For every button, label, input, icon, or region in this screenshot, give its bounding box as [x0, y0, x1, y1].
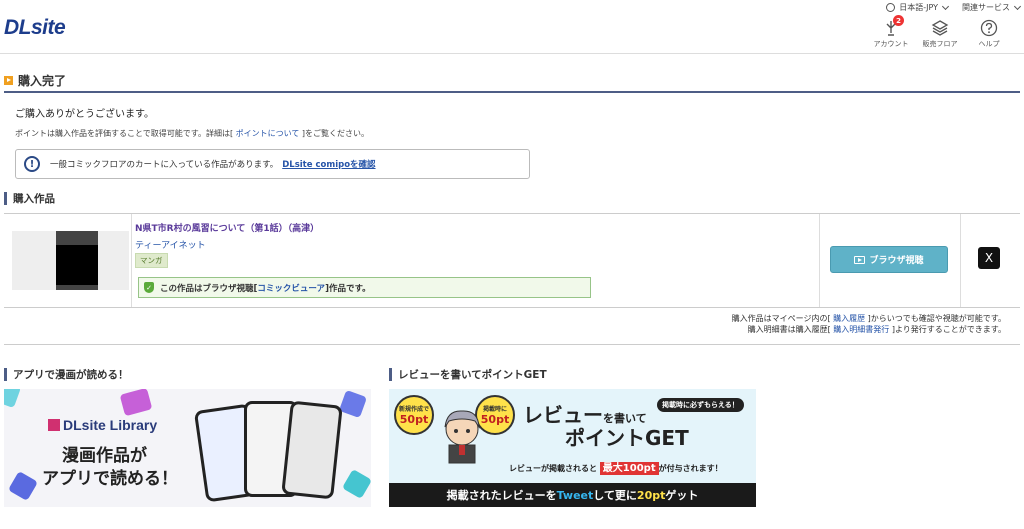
comic-viewer-link[interactable]: コミックビューア — [257, 282, 325, 294]
receipt-link[interactable]: 購入明細書発行 — [833, 325, 889, 334]
chevron-down-icon — [1013, 2, 1022, 10]
campaign-tag: 掲載時に必ずもらえる！ — [657, 398, 744, 412]
page-title-bar: 購入完了 — [4, 69, 1020, 93]
product-thumbnail[interactable] — [12, 231, 129, 290]
question-icon — [980, 19, 998, 37]
header-icon-nav: 2 アカウント 販売フロア ヘルプ — [872, 15, 1008, 49]
sales-floor-button[interactable]: 販売フロア — [921, 19, 959, 49]
cover-image — [56, 231, 98, 290]
comipo-link[interactable]: DLsite comipoを確認 — [282, 158, 375, 170]
points-link[interactable]: ポイントについて — [236, 129, 300, 138]
layers-icon — [931, 20, 949, 36]
app-banner-heading: アプリで漫画が読める！ — [4, 367, 129, 382]
chevron-down-icon — [941, 2, 950, 10]
page-title: 購入完了 — [18, 73, 67, 88]
history-note-2: 購入明細書は購入履歴[ 購入明細書発行 ]より発行することができます。 — [747, 325, 1006, 334]
product-circle[interactable]: ティーアイネット — [135, 238, 206, 251]
phone-mockup-3 — [281, 400, 343, 500]
library-brand: DLsite Library — [48, 417, 157, 433]
points-circle-1: 新規作成で 50pt — [394, 395, 434, 435]
language-selector[interactable]: 日本語-JPY — [886, 2, 950, 13]
globe-icon — [886, 3, 896, 12]
history-note-1: 購入作品はマイページ内の[ 購入履歴 ]からいつでも確認や視聴が可能です。 — [731, 314, 1006, 323]
character-illustration — [444, 410, 480, 464]
browser-view-button[interactable]: ブラウザ視聴 — [830, 246, 948, 273]
dlsite-library-banner[interactable]: DLsite Library 漫画作品が アプリで読める！ — [4, 389, 371, 507]
thanks-message: ご購入ありがとうございます。 — [15, 109, 154, 120]
exclamation-icon: ! — [24, 156, 40, 172]
play-marker-icon — [4, 75, 13, 85]
help-button[interactable]: ヘルプ — [970, 19, 1008, 49]
dlsite-logo[interactable]: DLsite — [4, 16, 66, 40]
related-services-menu[interactable]: 関連サービス — [962, 2, 1022, 13]
review-campaign-banner[interactable]: 新規作成で 50pt 掲載時に 50pt 掲載時に必ずもらえる！ レビューを書いて … — [389, 389, 756, 507]
points-note: ポイントは購入作品を評価することで取得可能です。詳細は[ ポイントについて ]を… — [15, 129, 370, 138]
top-utility-bar: 日本語-JPY 関連サービス — [886, 2, 1022, 13]
play-icon — [854, 255, 866, 264]
purchased-heading: 購入作品 — [4, 191, 55, 206]
review-banner-footer: 掲載されたレビューを Tweet して更に 20pt ゲット — [389, 483, 756, 507]
library-logo-icon — [48, 419, 60, 431]
site-header: DLsite 日本語-JPY 関連サービス 2 アカウント 販売フロア ヘルプ — [0, 0, 1024, 54]
shield-check-icon: ✓ — [144, 282, 154, 293]
account-button[interactable]: 2 アカウント — [872, 15, 910, 49]
purchase-history-link[interactable]: 購入履歴 — [833, 314, 865, 323]
cart-notice: ! 一般コミックフロアのカートに入っている作品があります。 DLsite com… — [15, 149, 530, 179]
review-banner-heading: レビューを書いてポイントGET — [389, 367, 547, 382]
product-title[interactable]: N県T市R村の風習について（第1話）（高津） — [135, 221, 319, 234]
notification-badge: 2 — [893, 15, 904, 26]
x-share-icon[interactable]: X — [978, 247, 1000, 269]
genre-tag: マンガ — [135, 253, 168, 268]
browser-view-notice: ✓ この作品はブラウザ視聴[ コミックビューア ]作品です。 — [138, 277, 591, 298]
